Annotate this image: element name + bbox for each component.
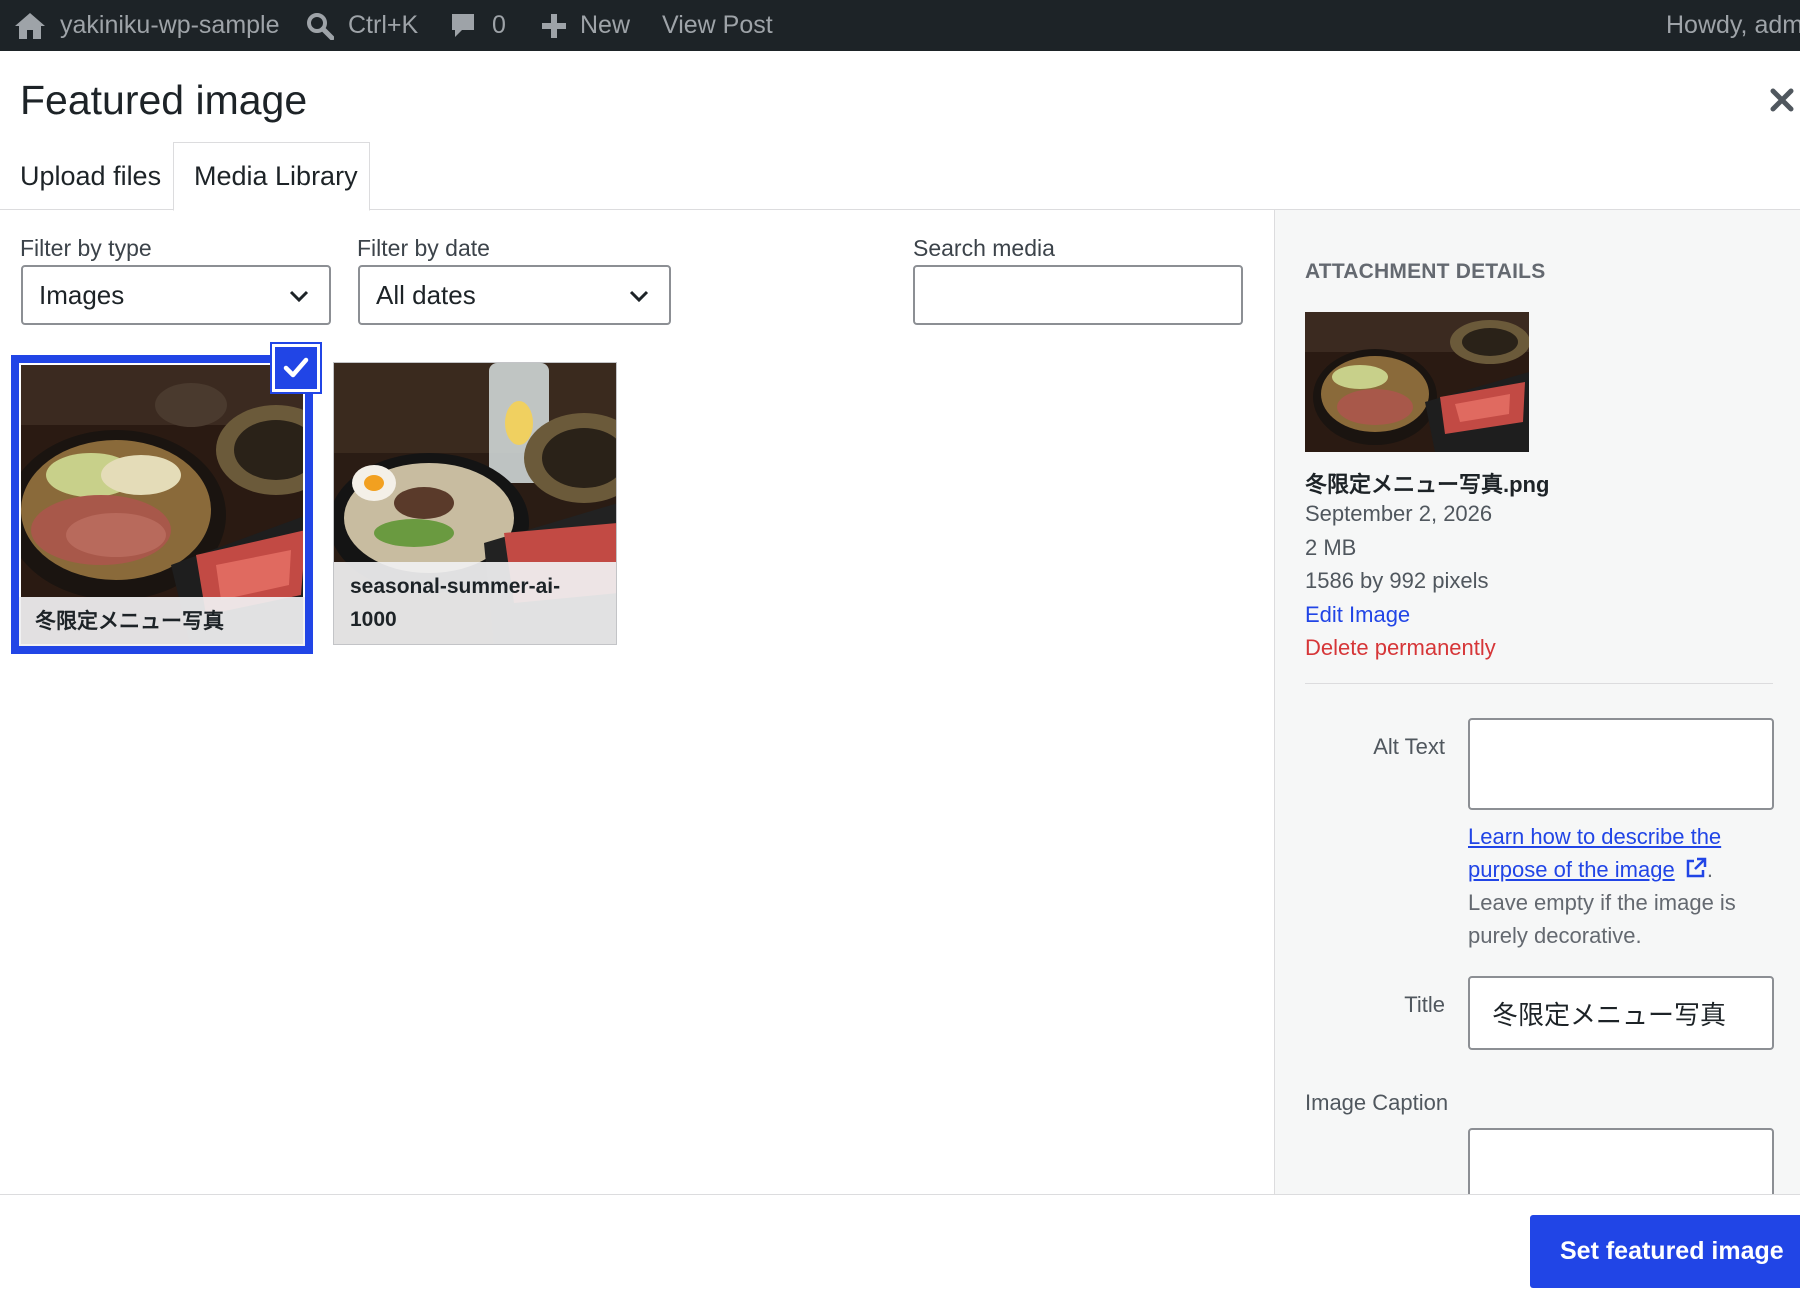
filter-type-label: Filter by type xyxy=(20,235,152,261)
alt-text-help: Learn how to describe the purpose of the… xyxy=(1468,820,1768,952)
describe-image-link[interactable]: Learn how to describe the purpose of the… xyxy=(1468,824,1721,882)
divider xyxy=(1305,683,1773,684)
media-item-selected[interactable]: 冬限定メニュー写真 xyxy=(11,355,313,654)
delete-permanently-link[interactable]: Delete permanently xyxy=(1305,635,1496,661)
sukiyaki-image xyxy=(1305,312,1529,452)
image-caption-label: Image Caption xyxy=(1305,1090,1449,1115)
media-caption: seasonal-summer-ai-1000 xyxy=(334,562,616,644)
attachment-filename: 冬限定メニュー写真.png xyxy=(1305,472,1550,497)
image-caption-field[interactable] xyxy=(1468,1128,1774,1194)
view-post-link[interactable]: View Post xyxy=(662,0,773,51)
search-media-label: Search media xyxy=(913,235,1055,261)
modal-footer: Set featured image xyxy=(0,1194,1800,1302)
home-icon xyxy=(15,12,45,39)
new-content-link[interactable]: New xyxy=(542,0,630,51)
new-label: New xyxy=(580,11,631,39)
plus-icon xyxy=(542,13,566,38)
edit-image-link[interactable]: Edit Image xyxy=(1305,602,1410,628)
site-name: yakiniku-wp-sample xyxy=(60,11,280,39)
alt-text-field[interactable] xyxy=(1468,718,1774,810)
close-icon xyxy=(1770,88,1794,112)
tab-upload-files[interactable]: Upload files xyxy=(20,142,161,210)
search-shortcut: Ctrl+K xyxy=(348,11,419,39)
modal-tabs: Upload files Media Library xyxy=(0,142,1800,211)
attachment-size: 2 MB xyxy=(1305,535,1357,560)
admin-bar: yakiniku-wp-sample Ctrl+K 0 New View Pos… xyxy=(0,0,1800,51)
checkmark-icon xyxy=(283,357,309,378)
title-field[interactable]: 冬限定メニュー写真 xyxy=(1468,976,1774,1050)
help-period: . xyxy=(1706,857,1713,882)
media-caption: 冬限定メニュー写真 xyxy=(19,597,305,646)
media-item[interactable]: seasonal-summer-ai-1000 xyxy=(333,362,617,645)
filter-type-value: Images xyxy=(39,279,125,310)
comment-icon xyxy=(452,13,474,37)
filter-type-select[interactable]: Images xyxy=(21,265,331,325)
command-palette-button[interactable]: Ctrl+K xyxy=(306,0,418,51)
comments-count: 0 xyxy=(492,11,506,39)
alt-text-label: Alt Text xyxy=(1373,734,1445,759)
filter-date-select[interactable]: All dates xyxy=(358,265,671,325)
chevron-down-icon xyxy=(289,290,309,303)
site-home-link[interactable]: yakiniku-wp-sample xyxy=(14,0,280,51)
attachment-details-heading: ATTACHMENT DETAILS xyxy=(1305,260,1546,283)
filter-date-label: Filter by date xyxy=(357,235,490,261)
search-media-input[interactable] xyxy=(913,265,1243,325)
set-featured-image-button[interactable]: Set featured image xyxy=(1530,1215,1800,1288)
attachment-dimensions: 1586 by 992 pixels xyxy=(1305,568,1489,593)
alt-text-help-text: Leave empty if the image is purely decor… xyxy=(1468,890,1736,948)
attachment-thumbnail xyxy=(1305,312,1529,452)
external-link-icon xyxy=(1686,857,1707,878)
modal-title: Featured image xyxy=(20,77,308,123)
filter-date-value: All dates xyxy=(376,279,476,310)
chevron-down-icon xyxy=(629,290,649,303)
howdy-account-menu[interactable]: Howdy, adm xyxy=(1666,0,1800,51)
close-button[interactable] xyxy=(1768,82,1796,118)
selected-check-button[interactable] xyxy=(272,344,320,392)
attachment-details-panel: ATTACHMENT DETAILS 冬限定メニュー写真.png Septemb… xyxy=(1274,210,1800,1194)
attachment-date: September 2, 2026 xyxy=(1305,501,1493,526)
tab-media-library[interactable]: Media Library xyxy=(173,142,370,211)
search-icon xyxy=(307,12,334,40)
comments-link[interactable]: 0 xyxy=(450,0,506,51)
title-label: Title xyxy=(1404,992,1445,1017)
